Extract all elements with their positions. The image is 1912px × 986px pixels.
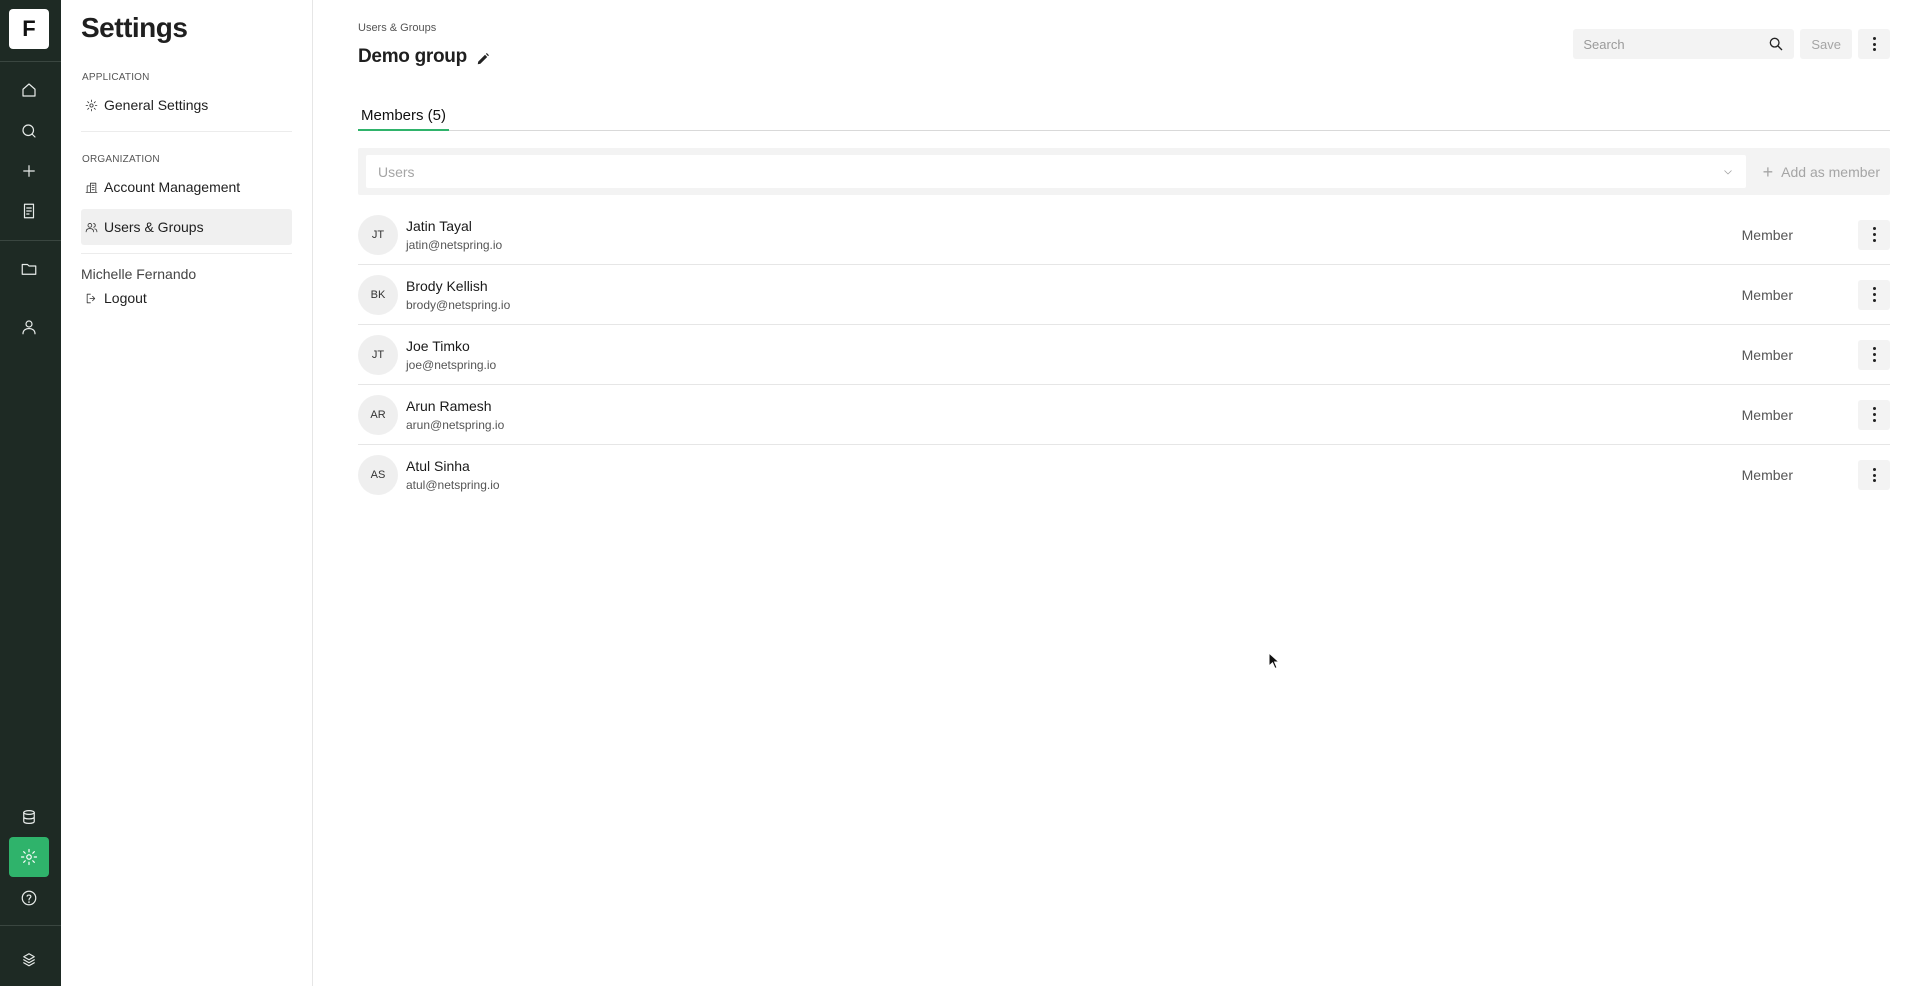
member-email: brody@netspring.io	[406, 297, 511, 312]
member-info: Arun Ramesh arun@netspring.io	[406, 398, 504, 432]
plus-icon: +	[1762, 161, 1774, 182]
help-icon[interactable]	[9, 880, 49, 916]
search-box	[1573, 29, 1795, 59]
users-icon	[85, 222, 98, 232]
header-toolbar: Save	[1573, 29, 1890, 59]
member-role[interactable]: Member	[1742, 467, 1793, 483]
kebab-icon	[1872, 406, 1876, 423]
home-icon[interactable]	[9, 72, 49, 108]
save-button[interactable]: Save	[1800, 29, 1852, 59]
avatar: AR	[358, 394, 398, 435]
building-icon	[85, 182, 98, 193]
database-icon[interactable]	[9, 799, 49, 835]
member-name: Atul Sinha	[406, 458, 470, 474]
group-title-text: Demo group	[358, 46, 467, 67]
member-info: Joe Timko joe@netspring.io	[406, 338, 496, 372]
breadcrumb[interactable]: Users & Groups	[358, 22, 436, 34]
kebab-icon	[1872, 226, 1876, 243]
member-email: joe@netspring.io	[406, 357, 497, 372]
nav-item-label: Account Management	[104, 179, 241, 195]
member-options-button[interactable]	[1858, 339, 1890, 370]
current-user-name: Michelle Fernando	[81, 266, 197, 282]
avatar: JT	[358, 334, 398, 375]
member-options-button[interactable]	[1858, 399, 1890, 430]
search-icon[interactable]	[9, 113, 49, 149]
tab-members[interactable]: Members (5)	[358, 104, 450, 131]
chevron-down-icon	[1723, 169, 1732, 175]
nav-item-label: General Settings	[104, 97, 209, 113]
users-select-placeholder: Users	[378, 163, 415, 180]
pencil-icon[interactable]	[476, 50, 490, 65]
member-role[interactable]: Member	[1742, 227, 1793, 243]
logout-link[interactable]: Logout	[81, 284, 292, 312]
section-label-organization: ORGANIZATION	[82, 154, 160, 165]
nav-item-users-groups[interactable]: Users & Groups	[81, 209, 292, 245]
group-title: Demo group	[358, 46, 490, 68]
search-icon[interactable]	[1768, 36, 1784, 52]
member-name: Joe Timko	[406, 337, 470, 354]
rail-divider	[0, 925, 61, 926]
member-row: JT Joe Timko joe@netspring.io Member	[358, 325, 1890, 385]
kebab-icon	[1872, 346, 1876, 363]
nav-item-account-management[interactable]: Account Management	[81, 169, 292, 205]
nav-divider	[81, 253, 292, 254]
member-info: Jatin Tayal jatin@netspring.io	[406, 218, 502, 252]
search-input[interactable]	[1583, 36, 1769, 52]
kebab-icon	[1872, 286, 1876, 303]
brand-mark-icon	[9, 941, 49, 977]
member-options-button[interactable]	[1858, 219, 1890, 250]
add-member-bar: Users + Add as member	[358, 148, 1890, 195]
nav-divider	[81, 131, 292, 132]
settings-nav: Settings APPLICATION General Settings OR…	[61, 0, 313, 986]
gear-icon	[85, 99, 98, 111]
member-row: JT Jatin Tayal jatin@netspring.io Member	[358, 205, 1890, 265]
users-select[interactable]: Users	[366, 155, 1746, 188]
avatar: JT	[358, 214, 398, 255]
add-as-member-label: Add as member	[1781, 163, 1880, 180]
tab-bar: Members (5)	[358, 104, 1890, 131]
member-info: Atul Sinha atul@netspring.io	[406, 458, 500, 492]
member-email: arun@netspring.io	[406, 417, 505, 432]
member-list: JT Jatin Tayal jatin@netspring.io Member…	[358, 205, 1890, 505]
section-label-application: APPLICATION	[82, 72, 150, 83]
member-name: Brody Kellish	[406, 277, 488, 294]
plus-icon[interactable]	[9, 153, 49, 189]
member-row: BK Brody Kellish brody@netspring.io Memb…	[358, 265, 1890, 325]
folder-icon[interactable]	[9, 251, 49, 287]
more-options-button[interactable]	[1858, 29, 1890, 59]
member-info: Brody Kellish brody@netspring.io	[406, 278, 510, 312]
kebab-icon	[1872, 36, 1876, 53]
user-icon[interactable]	[9, 309, 49, 345]
logout-icon	[86, 293, 96, 303]
add-as-member-button[interactable]: + Add as member	[1763, 163, 1880, 181]
kebab-icon	[1872, 467, 1876, 484]
member-options-button[interactable]	[1858, 460, 1890, 490]
avatar: BK	[358, 274, 398, 315]
avatar: AS	[358, 455, 398, 495]
member-row: AS Atul Sinha atul@netspring.io Member	[358, 445, 1890, 505]
icon-rail: F	[0, 0, 61, 986]
member-row: AR Arun Ramesh arun@netspring.io Member	[358, 385, 1890, 445]
rail-divider	[0, 240, 61, 241]
member-options-button[interactable]	[1858, 279, 1890, 310]
notebook-icon[interactable]	[9, 193, 49, 229]
page-title: Settings	[81, 12, 188, 43]
member-role[interactable]: Member	[1742, 407, 1793, 423]
member-email: jatin@netspring.io	[406, 237, 503, 252]
member-role[interactable]: Member	[1742, 347, 1793, 363]
main-content: Users & Groups Demo group Save Members (…	[313, 0, 1912, 986]
member-role[interactable]: Member	[1742, 287, 1793, 303]
app-logo[interactable]: F	[9, 9, 49, 49]
nav-item-label: Logout	[104, 290, 147, 306]
app-window: F Settings APPLICATION General Settings …	[0, 0, 1912, 986]
rail-divider	[0, 61, 61, 62]
member-email: atul@netspring.io	[406, 478, 500, 492]
member-name: Arun Ramesh	[406, 397, 492, 414]
mouse-cursor-icon	[1268, 652, 1280, 670]
nav-item-general-settings[interactable]: General Settings	[81, 87, 292, 123]
gear-icon[interactable]	[9, 837, 49, 877]
nav-item-label: Users & Groups	[104, 219, 204, 235]
member-name: Jatin Tayal	[406, 217, 472, 234]
